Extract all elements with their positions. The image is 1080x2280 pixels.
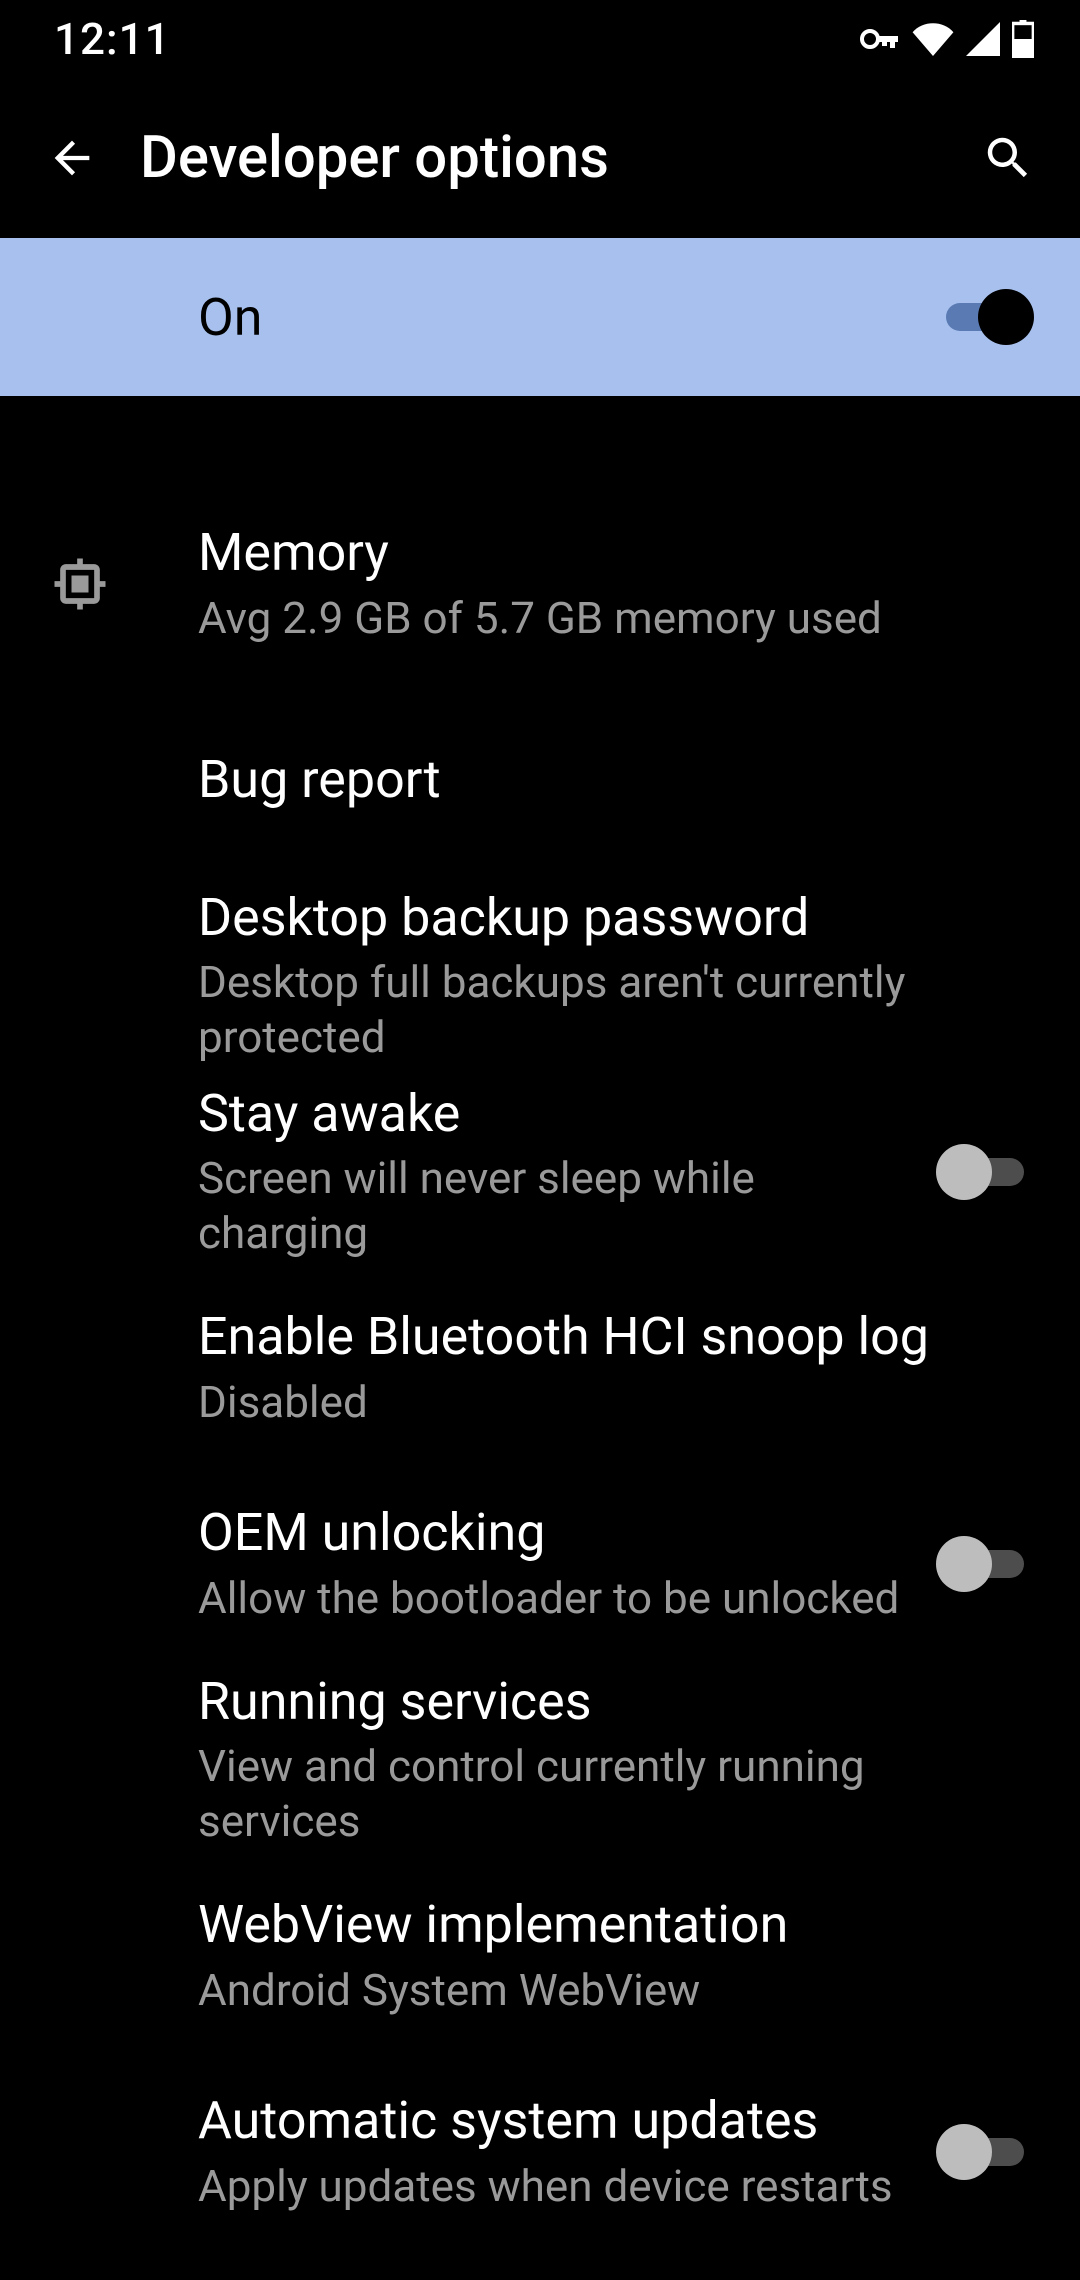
arrow-back-icon: [46, 132, 98, 184]
cell-signal-icon: [966, 22, 1000, 56]
text-col: Running services View and control curren…: [198, 1671, 1034, 1849]
master-toggle-panel[interactable]: On: [0, 238, 1080, 396]
item-subtitle: Avg 2.9 GB of 5.7 GB memory used: [198, 591, 1014, 646]
item-title: Stay awake: [198, 1083, 916, 1145]
item-subtitle: Screen will never sleep while charging: [198, 1151, 916, 1261]
stay-awake-switch[interactable]: [936, 1144, 1034, 1200]
item-subtitle: View and control currently running servi…: [198, 1739, 1014, 1849]
list-item-system-ui-demo-mode[interactable]: System UI demo mode: [0, 2250, 1080, 2280]
text-col: WebView implementation Android System We…: [198, 1894, 1034, 2017]
memory-chip-icon: [46, 550, 114, 618]
item-subtitle: Allow the bootloader to be unlocked: [198, 1571, 916, 1626]
status-icons: [860, 20, 1034, 58]
list-item-oem-unlocking[interactable]: OEM unlocking Allow the bootloader to be…: [0, 1466, 1080, 1662]
item-title: WebView implementation: [198, 1894, 1014, 1956]
list-item-webview-implementation[interactable]: WebView implementation Android System We…: [0, 1858, 1080, 2054]
list-item-bt-hci-snoop[interactable]: Enable Bluetooth HCI snoop log Disabled: [0, 1270, 1080, 1466]
master-switch[interactable]: [936, 289, 1034, 345]
switch-thumb: [936, 1536, 992, 1592]
item-title: Automatic system updates: [198, 2090, 916, 2152]
text-col: OEM unlocking Allow the bootloader to be…: [198, 1502, 936, 1625]
switch-thumb: [978, 289, 1034, 345]
item-title: Bug report: [198, 749, 1014, 811]
text-col: Memory Avg 2.9 GB of 5.7 GB memory used: [198, 522, 1034, 645]
switch-thumb: [936, 1144, 992, 1200]
automatic-updates-switch[interactable]: [936, 2124, 1034, 2180]
master-toggle-label: On: [198, 287, 936, 348]
list-item-desktop-backup-password[interactable]: Desktop backup password Desktop full bac…: [0, 878, 1080, 1074]
text-col: Enable Bluetooth HCI snoop log Disabled: [198, 1306, 1034, 1429]
status-bar: 12:11: [0, 0, 1080, 78]
vpn-key-icon: [860, 27, 900, 51]
item-subtitle: Desktop full backups aren't currently pr…: [198, 955, 1014, 1065]
search-button[interactable]: [976, 126, 1040, 190]
text-col: Stay awake Screen will never sleep while…: [198, 1083, 936, 1261]
list-item-automatic-system-updates[interactable]: Automatic system updates Apply updates w…: [0, 2054, 1080, 2250]
settings-list: Memory Avg 2.9 GB of 5.7 GB memory used …: [0, 396, 1080, 2280]
list-item-memory[interactable]: Memory Avg 2.9 GB of 5.7 GB memory used: [0, 486, 1080, 682]
search-icon: [981, 131, 1035, 185]
app-bar: Developer options: [0, 78, 1080, 238]
list-item-running-services[interactable]: Running services View and control curren…: [0, 1662, 1080, 1858]
item-title: Enable Bluetooth HCI snoop log: [198, 1306, 1014, 1368]
item-title: Desktop backup password: [198, 887, 1014, 949]
text-col: Automatic system updates Apply updates w…: [198, 2090, 936, 2213]
oem-unlocking-switch[interactable]: [936, 1536, 1034, 1592]
item-title: Running services: [198, 1671, 1014, 1733]
status-time: 12:11: [54, 13, 171, 65]
icon-slot: [46, 550, 198, 618]
battery-icon: [1012, 20, 1034, 58]
item-subtitle: Android System WebView: [198, 1963, 1014, 2018]
list-item-bug-report[interactable]: Bug report: [0, 682, 1080, 878]
list-item-stay-awake[interactable]: Stay awake Screen will never sleep while…: [0, 1074, 1080, 1270]
text-col: Desktop backup password Desktop full bac…: [198, 887, 1034, 1065]
page-title: Developer options: [140, 124, 976, 192]
wifi-icon: [912, 22, 954, 56]
text-col: Bug report: [198, 749, 1034, 811]
item-subtitle: Apply updates when device restarts: [198, 2159, 916, 2214]
back-button[interactable]: [40, 126, 104, 190]
item-title: OEM unlocking: [198, 1502, 916, 1564]
item-title: Memory: [198, 522, 1014, 584]
item-subtitle: Disabled: [198, 1375, 1014, 1430]
switch-thumb: [936, 2124, 992, 2180]
